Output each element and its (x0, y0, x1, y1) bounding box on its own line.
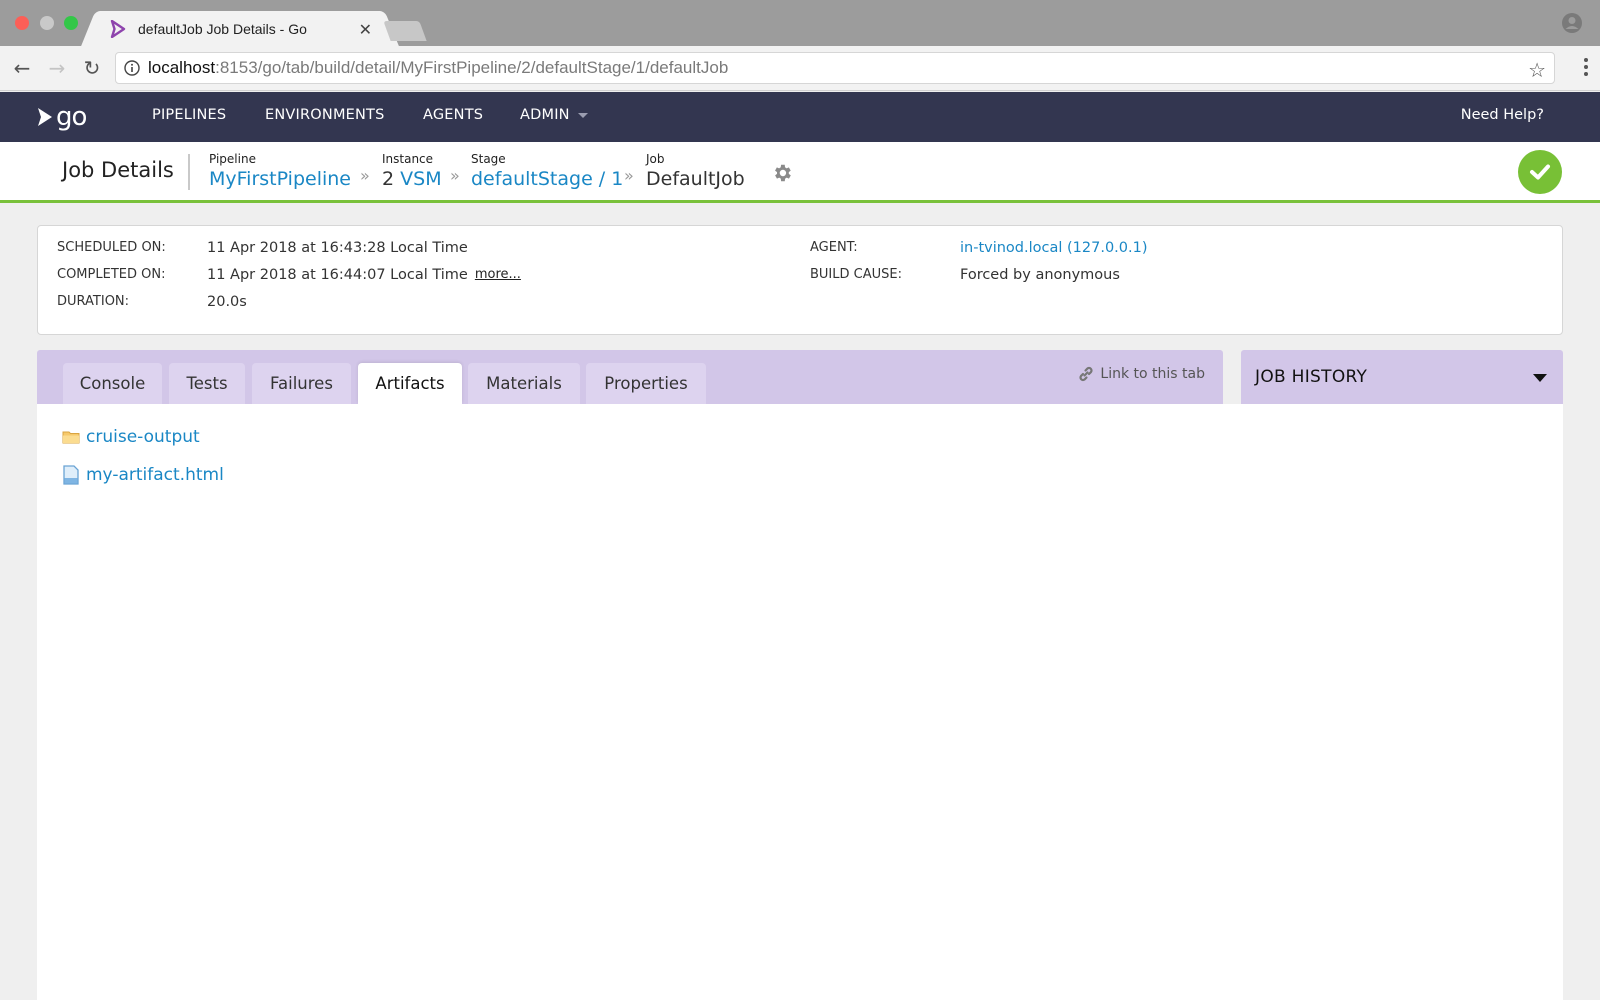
go-favicon-icon (110, 20, 126, 38)
completed-row: COMPLETED ON: 11 Apr 2018 at 16:44:07 Lo… (57, 267, 521, 283)
nav-pipelines[interactable]: PIPELINES (152, 107, 226, 123)
maximize-window-button[interactable] (64, 16, 78, 30)
breadcrumb-separator: » (360, 166, 370, 185)
breadcrumb-stage: Stage defaultStage / 1 (471, 152, 624, 190)
completed-value: 11 Apr 2018 at 16:44:07 Local Time (207, 267, 468, 283)
scheduled-value: 11 Apr 2018 at 16:43:28 Local Time (207, 240, 468, 256)
go-logo[interactable]: go (36, 102, 87, 132)
tab-materials[interactable]: Materials (468, 363, 580, 404)
artifact-link[interactable]: cruise-output (86, 427, 200, 447)
forward-button[interactable]: → (43, 55, 71, 81)
artifact-item[interactable]: my-artifact.html (62, 465, 224, 485)
tab-artifacts[interactable]: Artifacts (358, 363, 462, 404)
caret-down-icon (1533, 374, 1547, 382)
build-cause-label: BUILD CAUSE: (810, 267, 902, 282)
browser-tab[interactable]: defaultJob Job Details - Go ✕ (96, 11, 384, 47)
job-name: DefaultJob (646, 168, 745, 190)
more-link[interactable]: more... (475, 267, 521, 283)
nav-agents[interactable]: AGENTS (423, 107, 483, 123)
duration-value: 20.0s (207, 294, 247, 310)
scheduled-label: SCHEDULED ON: (57, 240, 166, 255)
pipeline-link[interactable]: MyFirstPipeline (209, 168, 351, 190)
tab-failures[interactable]: Failures (252, 363, 351, 404)
address-bar[interactable]: localhost:8153/go/tab/build/detail/MyFir… (115, 52, 1555, 84)
breadcrumb-instance: Instance 2 VSM (382, 152, 442, 190)
back-button[interactable]: ← (8, 55, 36, 81)
tab-properties[interactable]: Properties (586, 363, 706, 404)
admin-caret-icon (577, 112, 588, 118)
reload-button[interactable]: ↻ (78, 55, 106, 81)
breadcrumb-job: Job DefaultJob (646, 152, 745, 190)
instance-number: 2 (382, 168, 395, 190)
build-cause-row: BUILD CAUSE: Forced by anonymous (810, 267, 1120, 283)
job-summary: SCHEDULED ON: 11 Apr 2018 at 16:43:28 Lo… (37, 225, 1563, 335)
title-divider (188, 154, 190, 190)
job-history-title: JOB HISTORY (1255, 367, 1368, 387)
close-window-button[interactable] (15, 16, 29, 30)
completed-label: COMPLETED ON: (57, 267, 166, 282)
info-icon[interactable] (124, 60, 140, 76)
artifacts-panel: cruise-output my-artifact.html (37, 404, 1563, 1000)
vsm-link[interactable]: VSM (400, 168, 441, 190)
build-cause-value: Forced by anonymous (960, 267, 1120, 283)
tab-console[interactable]: Console (63, 363, 162, 404)
job-history-toggle[interactable]: JOB HISTORY (1241, 350, 1563, 404)
scheduled-row: SCHEDULED ON: 11 Apr 2018 at 16:43:28 Lo… (57, 240, 468, 256)
browser-menu-icon[interactable] (1584, 58, 1588, 78)
need-help-link[interactable]: Need Help? (1461, 107, 1544, 123)
job-status-passed-badge (1518, 150, 1562, 194)
stage-link[interactable]: defaultStage / 1 (471, 168, 623, 190)
profile-icon[interactable] (1562, 13, 1582, 33)
duration-label: DURATION: (57, 294, 130, 309)
file-icon (63, 465, 79, 485)
bookmark-star-icon[interactable]: ☆ (1528, 58, 1546, 82)
go-logo-icon (38, 108, 52, 126)
agent-link[interactable]: in-tvinod.local (127.0.0.1) (960, 240, 1148, 256)
browser-tab-title: defaultJob Job Details - Go (138, 21, 307, 37)
folder-icon (62, 431, 80, 444)
gear-icon[interactable] (771, 162, 793, 184)
checkmark-icon (1530, 164, 1550, 180)
close-tab-icon[interactable]: ✕ (359, 20, 372, 39)
new-tab-button[interactable] (383, 21, 427, 41)
nav-admin[interactable]: ADMIN (520, 107, 588, 123)
tab-tests[interactable]: Tests (169, 363, 245, 404)
browser-toolbar: ← → ↻ localhost:8153/go/tab/build/detail… (0, 46, 1600, 91)
page-title: Job Details (62, 158, 174, 182)
agent-label: AGENT: (810, 240, 858, 255)
minimize-window-button[interactable] (40, 16, 54, 30)
breadcrumb-separator: » (450, 166, 460, 185)
browser-titlebar: defaultJob Job Details - Go ✕ (0, 0, 1600, 47)
top-navigation: go PIPELINES ENVIRONMENTS AGENTS ADMIN N… (0, 92, 1600, 142)
artifact-item[interactable]: cruise-output (62, 427, 200, 447)
breadcrumb-pipeline: Pipeline MyFirstPipeline (209, 152, 351, 190)
job-header: Job Details Pipeline MyFirstPipeline » I… (0, 142, 1600, 203)
nav-environments[interactable]: ENVIRONMENTS (265, 107, 385, 123)
artifact-link[interactable]: my-artifact.html (86, 465, 224, 485)
url-text[interactable]: localhost:8153/go/tab/build/detail/MyFir… (148, 58, 728, 78)
agent-row: AGENT: in-tvinod.local (127.0.0.1) (810, 240, 1148, 256)
duration-row: DURATION: 20.0s (57, 294, 247, 310)
link-icon (1079, 366, 1093, 382)
breadcrumb-separator: » (624, 166, 634, 185)
job-tabs: Console Tests Failures Artifacts Materia… (37, 350, 1223, 404)
link-to-tab[interactable]: Link to this tab (1078, 366, 1205, 382)
